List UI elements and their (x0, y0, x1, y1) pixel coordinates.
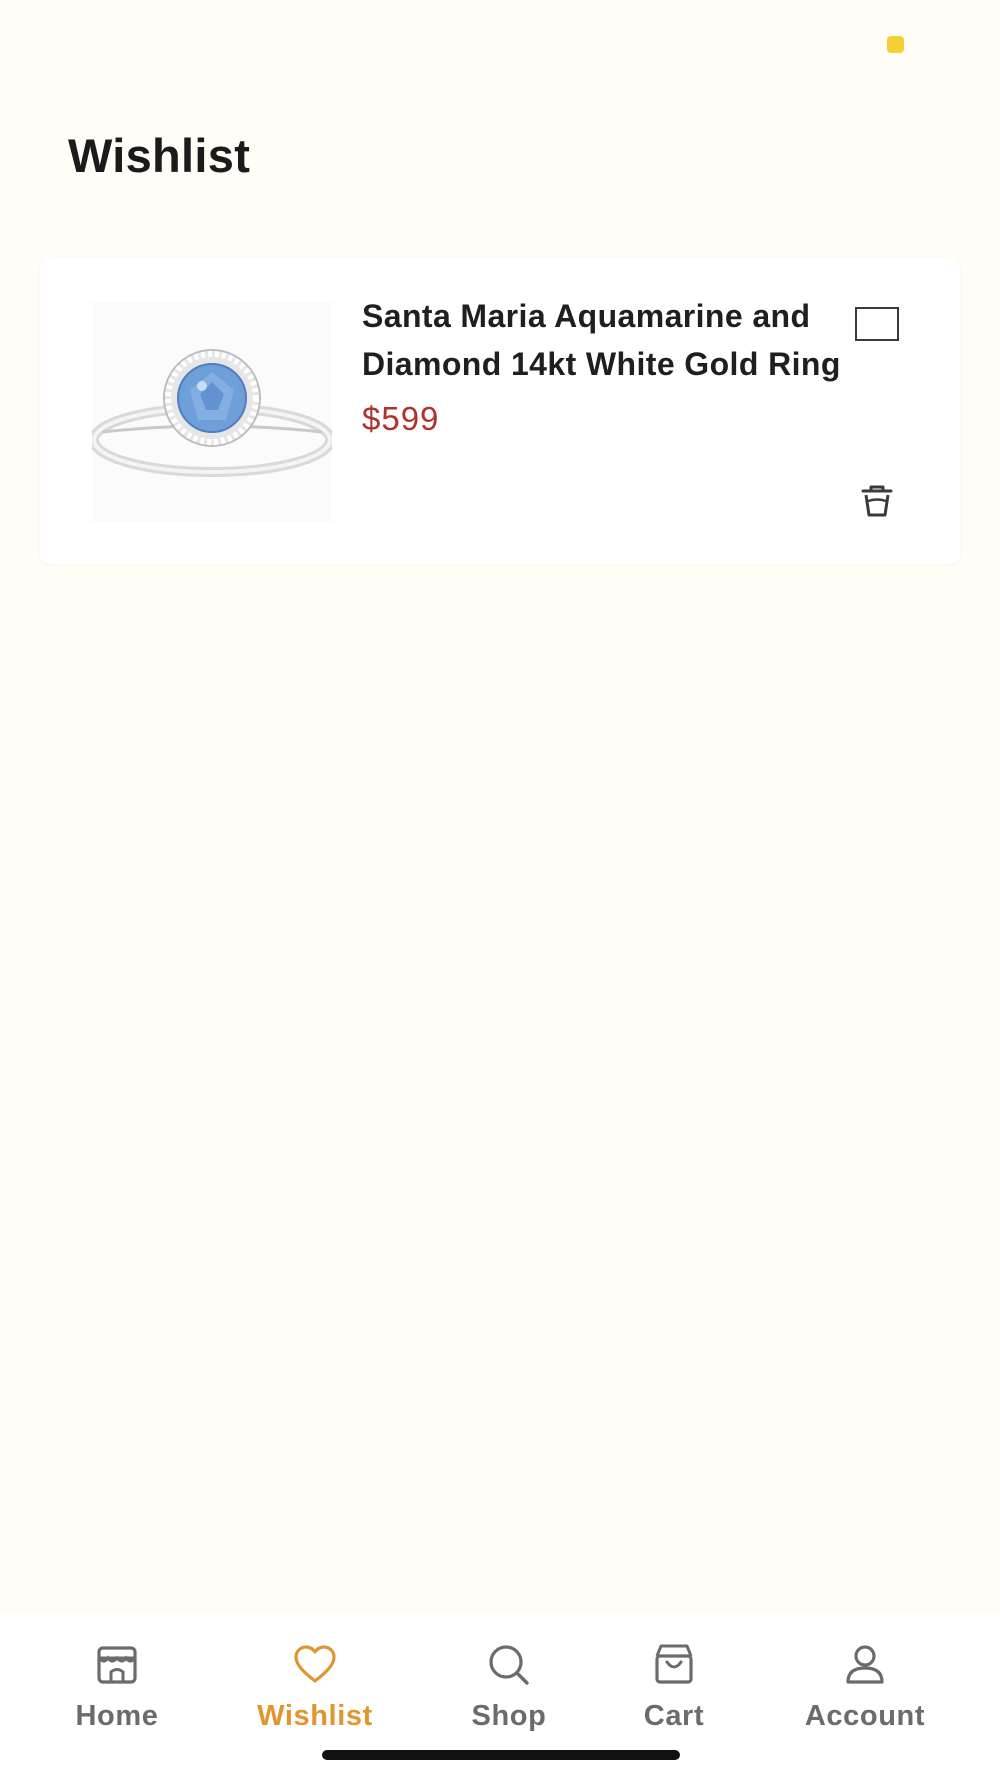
user-icon (842, 1642, 888, 1688)
heart-icon (292, 1642, 338, 1688)
status-bar (0, 0, 1000, 90)
search-icon (486, 1642, 532, 1688)
ring-image (89, 349, 335, 477)
nav-label: Wishlist (257, 1700, 373, 1732)
nav-label: Cart (643, 1700, 705, 1732)
delete-button[interactable] (850, 476, 904, 530)
product-image[interactable] (89, 302, 335, 522)
home-indicator[interactable] (322, 1750, 680, 1760)
product-name[interactable]: Santa Maria Aquamarine and Diamond 14kt … (362, 292, 862, 388)
storefront-icon (94, 1642, 140, 1688)
nav-label: Account (804, 1700, 926, 1732)
trash-icon (857, 481, 897, 526)
status-indicator-dot (887, 36, 904, 53)
nav-item-account[interactable]: Account (780, 1642, 950, 1733)
nav-item-shop[interactable]: Shop (424, 1642, 594, 1733)
nav-label: Shop (471, 1700, 547, 1732)
select-checkbox[interactable] (855, 307, 899, 341)
product-price: $599 (362, 400, 440, 437)
nav-item-home[interactable]: Home (32, 1642, 202, 1733)
nav-item-cart[interactable]: Cart (589, 1642, 759, 1733)
nav-label: Home (75, 1700, 159, 1732)
shopping-bag-icon (651, 1642, 697, 1688)
wishlist-item-card[interactable]: Santa Maria Aquamarine and Diamond 14kt … (40, 258, 960, 564)
page-title: Wishlist (68, 129, 251, 182)
nav-item-wishlist[interactable]: Wishlist (230, 1642, 400, 1733)
